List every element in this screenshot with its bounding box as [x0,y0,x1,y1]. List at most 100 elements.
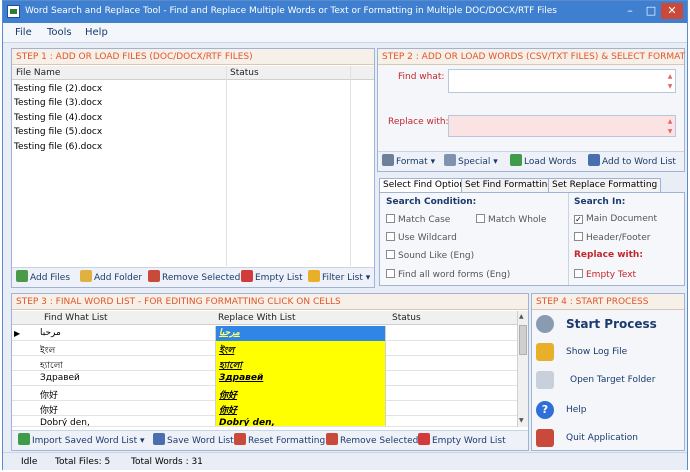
step2-header: STEP 2 : ADD OR LOAD WORDS (CSV/TXT FILE… [378,49,685,65]
find-what-label: Find what: [398,72,445,82]
step3-panel: STEP 3 : FINAL WORD LIST - FOR EDITING F… [11,293,529,451]
scroll-down-icon[interactable]: ▼ [666,83,674,90]
options-panel: Select Find Options Set Find Formatting … [379,178,685,288]
menu-tools[interactable]: Tools [47,27,72,38]
file-row[interactable]: Testing file (4).docx [14,111,102,125]
folder-icon [80,270,92,282]
table-row[interactable]: Dobrý den, Dobrý den, [12,416,517,427]
match-case-checkbox[interactable]: Match Case [386,214,450,225]
status-state: Idle [21,457,38,467]
scroll-up-icon[interactable]: ▲ [666,73,674,80]
format-icon [382,154,394,166]
replace-with-section-label: Replace with: [574,250,643,260]
all-word-forms-checkbox[interactable]: Find all word forms (Eng) [386,269,510,280]
match-whole-checkbox[interactable]: Match Whole [476,214,546,225]
column-status: Status [392,313,421,323]
empty-text-checkbox[interactable]: Empty Text [574,269,636,280]
table-row[interactable]: ইংল ইংল [12,341,517,356]
scroll-up-icon[interactable]: ▲ [519,313,524,320]
table-row[interactable]: 你好 你好 [12,386,517,401]
table-row[interactable]: مرحبا مرحبا [12,326,517,341]
sound-like-checkbox[interactable]: Sound Like (Eng) [386,250,474,261]
find-what-input[interactable]: ▲ ▼ [448,69,676,93]
word-grid-header: Find What List Replace With List Status [12,311,517,325]
file-row[interactable]: Testing file (5).docx [14,125,102,139]
step4-panel: STEP 4 : START PROCESS Start Process Sho… [531,293,685,451]
exit-icon [536,429,554,447]
tab-set-replace-formatting[interactable]: Set Replace Formatting [548,178,662,192]
maximize-button[interactable]: □ [640,3,662,19]
checkmark-icon: ✓ [574,215,583,224]
file-row[interactable]: Testing file (2).docx [14,82,102,96]
add-to-word-list-button[interactable]: Add to Word List [588,154,676,170]
add-files-icon [16,270,28,282]
status-total-words: Total Words : 31 [131,457,203,467]
filter-icon [308,270,320,282]
save-icon [153,433,165,445]
quit-application-button[interactable]: Quit Application [536,426,682,452]
trash-icon [418,433,430,445]
filter-list-button[interactable]: Filter List ▾ [308,270,370,286]
import-word-list-button[interactable]: Import Saved Word List ▾ [18,433,145,449]
tab-set-find-formatting[interactable]: Set Find Formatting [461,178,558,192]
tab-select-find-options[interactable]: Select Find Options [379,178,474,192]
save-word-list-button[interactable]: Save Word List [153,433,234,449]
remove-selected-words-button[interactable]: Remove Selected [326,433,418,449]
find-options-body: Search Condition: Search In: Match Case … [379,192,685,286]
load-words-button[interactable]: Load Words [510,154,576,170]
menu-help[interactable]: Help [85,27,108,38]
format-button[interactable]: Format ▾ [382,154,435,170]
add-files-button[interactable]: Add Files [16,270,70,286]
table-row[interactable]: 你好 你好 [12,401,517,416]
scroll-down-icon[interactable]: ▼ [519,417,524,424]
step1-header: STEP 1 : ADD OR LOAD FILES (DOC/DOCX/RTF… [12,49,374,65]
empty-list-button[interactable]: Empty List [241,270,303,286]
app-icon [7,5,20,18]
remove-selected-button[interactable]: Remove Selected [148,270,240,286]
header-footer-checkbox[interactable]: Header/Footer [574,232,650,243]
log-icon [536,343,554,361]
special-button[interactable]: Special ▾ [444,154,498,170]
app-window: Word Search and Replace Tool - Find and … [2,0,688,470]
add-folder-button[interactable]: Add Folder [80,270,142,286]
column-file-name: File Name [16,68,61,78]
start-process-button[interactable]: Start Process [536,312,682,338]
step1-panel: STEP 1 : ADD OR LOAD FILES (DOC/DOCX/RTF… [11,48,375,288]
main-document-checkbox[interactable]: ✓ Main Document [574,214,657,224]
empty-word-list-button[interactable]: Empty Word List [418,433,506,449]
file-row[interactable]: Testing file (3).docx [14,96,102,110]
scrollbar-thumb[interactable] [519,325,527,355]
file-grid-header: File Name Status [12,66,374,80]
load-icon [510,154,522,166]
replace-with-input[interactable]: ▲ ▼ [448,115,676,137]
step3-toolbar: Import Saved Word List ▾ Save Word List … [12,430,528,450]
menu-file[interactable]: File [15,27,32,38]
use-wildcard-checkbox[interactable]: Use Wildcard [386,232,457,243]
minimize-button[interactable]: – [619,3,641,19]
reset-formatting-button[interactable]: Reset Formatting [234,433,325,449]
scroll-down-icon[interactable]: ▼ [666,128,674,135]
show-log-file-button[interactable]: Show Log File [536,340,682,366]
menu-bar: File Tools Help [3,23,687,43]
import-icon [18,433,30,445]
window-title: Word Search and Replace Tool - Find and … [25,6,557,16]
reset-icon [234,433,246,445]
gear-icon [536,315,554,333]
folder-icon [536,371,554,389]
add-list-icon [588,154,600,166]
trash-icon [241,270,253,282]
scroll-up-icon[interactable]: ▲ [666,118,674,125]
table-row[interactable]: হ্যালো হ্যালো [12,356,517,371]
special-icon [444,154,456,166]
status-total-files: Total Files: 5 [55,457,111,467]
word-list-scrollbar[interactable]: ▲ ▼ [517,311,528,427]
remove-icon [148,270,160,282]
help-button[interactable]: ? Help [536,398,682,424]
open-target-folder-button[interactable]: Open Target Folder [536,368,682,394]
step4-header: STEP 4 : START PROCESS [532,294,684,310]
close-button[interactable]: ✕ [661,3,683,19]
search-in-label: Search In: [574,197,626,207]
file-row[interactable]: Testing file (6).docx [14,140,102,154]
replace-with-label: Replace with: [388,117,449,127]
table-row[interactable]: Здравей Здравей [12,371,517,386]
